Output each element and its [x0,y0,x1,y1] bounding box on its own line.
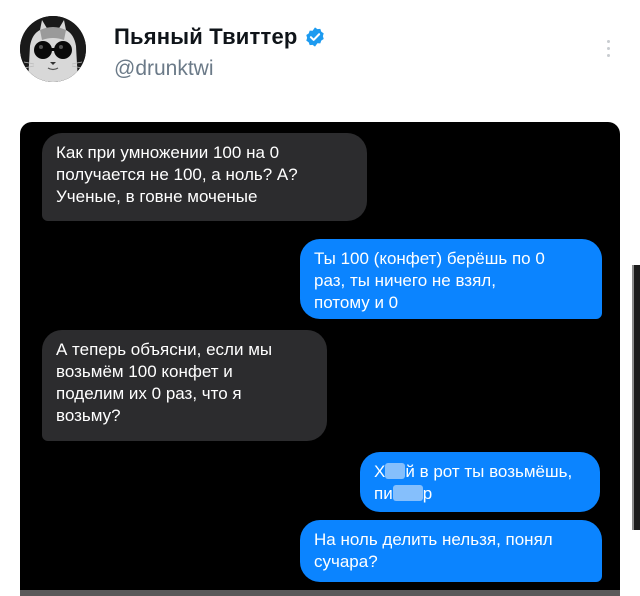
display-name-row: Пьяный Твиттер [114,24,326,50]
message-line: Как при умножении 100 на 0 [56,143,280,162]
vertical-ellipsis-icon [606,39,610,43]
message-line: На ноль делить нельзя, понял [314,530,553,549]
message-line: пи р [374,484,433,503]
message-outgoing-2: На ноль делить нельзя, понял сучара? [300,520,602,582]
message-line: Ученые, в говне моченые [56,187,258,206]
message-outgoing-1: Ты 100 (конфет) берёшь по 0 раз, ты ниче… [300,239,602,319]
avatar[interactable] [20,16,86,82]
message-incoming-2: А теперь объясни, если мы возьмём 100 ко… [42,330,327,441]
message-line: Ты 100 (конфет) берёшь по 0 [314,249,545,268]
tweet-header: Пьяный Твиттер @drunktwi [0,0,640,110]
message-line: получается не 100, а ноль? А? [56,165,298,184]
message-incoming-1: Как при умножении 100 на 0 получается не… [42,133,367,221]
image-bottom-edge [20,590,620,596]
message-line: А теперь объясни, если мы [56,340,273,359]
message-line: потому и 0 [314,293,399,312]
message-outgoing-censored: Хй в рот ты возьмёшь, пи р [360,452,600,512]
censor-blur [392,485,423,501]
message-line: раз, ты ничего не взял, [314,271,496,290]
more-options-button[interactable] [596,34,620,62]
message-line: Хй в рот ты возьмёшь, [374,462,573,481]
censor-blur [385,463,406,479]
image-edge-artifact [632,265,640,530]
account-handle[interactable]: @drunktwi [114,57,214,81]
message-line: возьмём 100 конфет и [56,362,233,381]
message-line: поделим их 0 раз, что я [56,384,242,403]
verified-badge-icon [305,27,324,47]
display-name[interactable]: Пьяный Твиттер [114,24,298,50]
cat-avatar-icon [20,16,86,82]
chat-screenshot: Как при умножении 100 на 0 получается не… [20,122,620,592]
message-line: сучара? [314,552,378,571]
message-line: возьму? [56,406,121,425]
